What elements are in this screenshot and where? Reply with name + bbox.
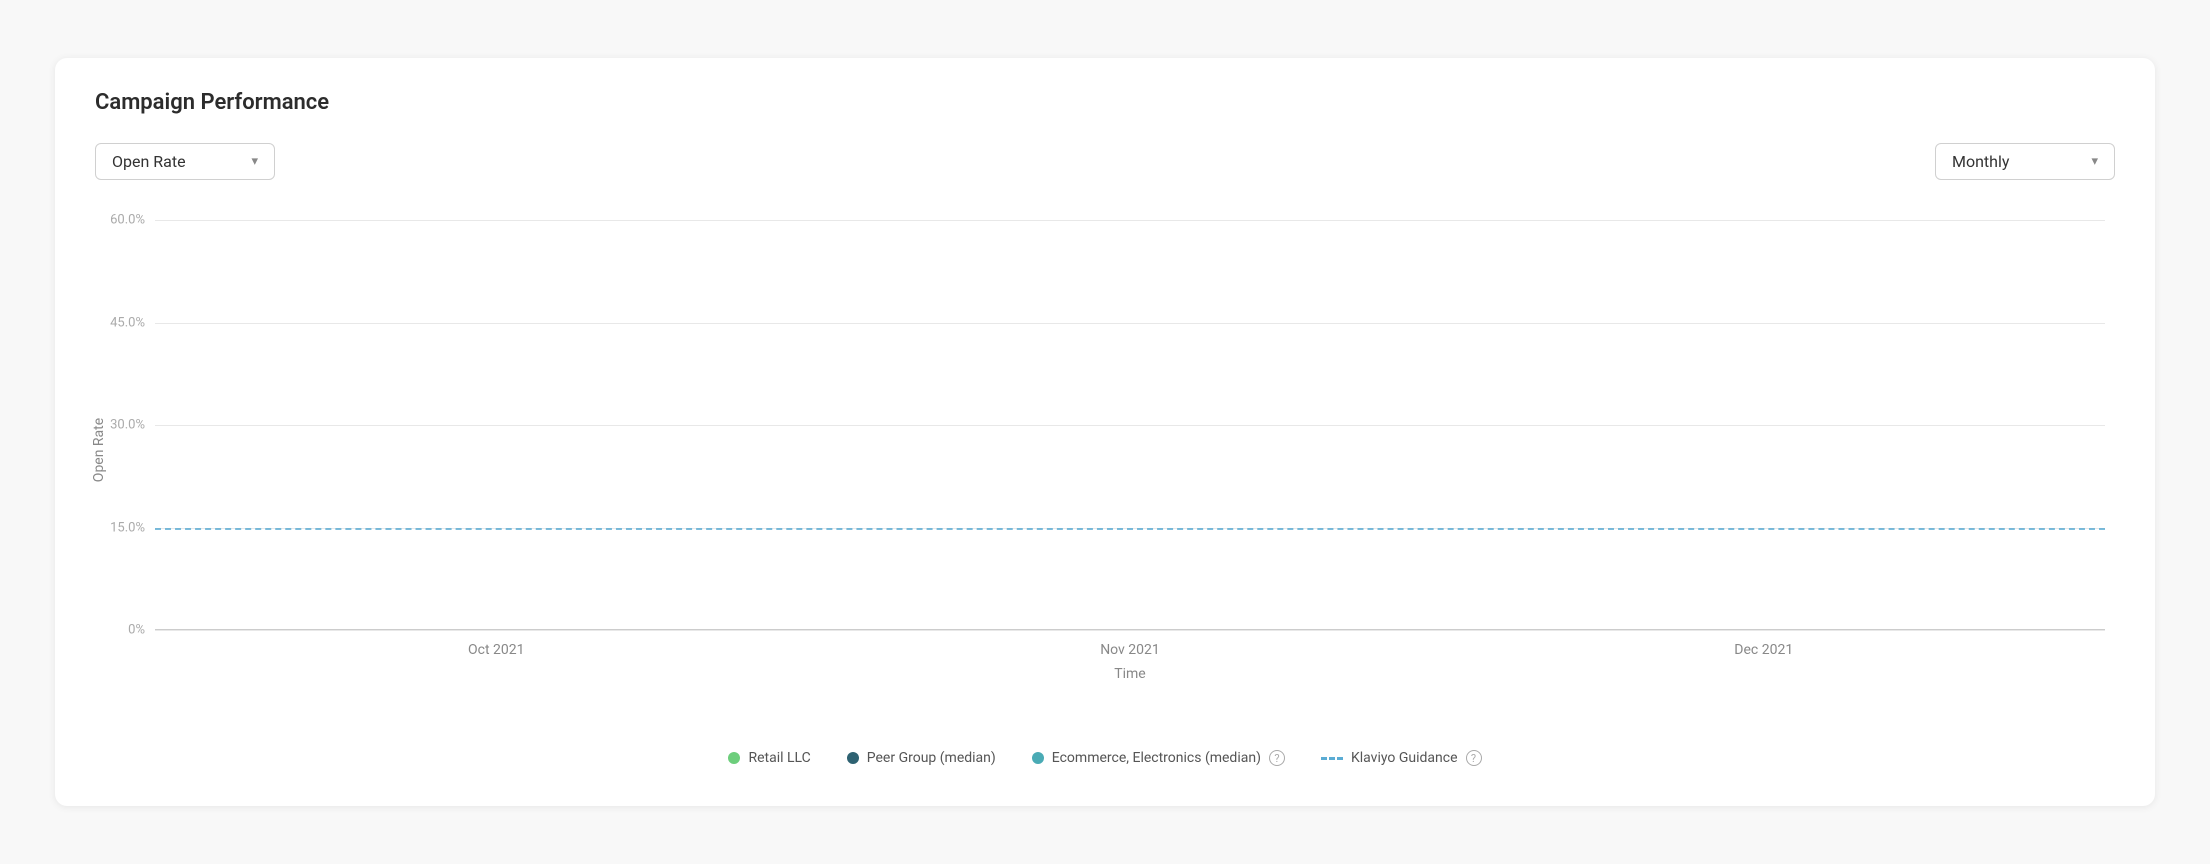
legend-peer: Peer Group (median) (847, 750, 996, 766)
y-tick-60: 60.0% (110, 213, 155, 228)
legend-klaviyo-label: Klaviyo Guidance (1351, 750, 1458, 766)
legend-ecom-label: Ecommerce, Electronics (median) (1052, 750, 1261, 766)
chart-area: Open Rate 60.0% 45.0% 30.0% 15.0% (95, 210, 2115, 690)
legend-ecom-dot (1032, 752, 1044, 764)
chart-controls: Open Rate ▾ Monthly ▾ (95, 143, 2115, 180)
period-dropdown[interactable]: Monthly ▾ (1935, 143, 2115, 180)
dec-x-label: Dec 2021 (1520, 642, 2008, 658)
grid-container: 60.0% 45.0% 30.0% 15.0% 0% (155, 220, 2105, 630)
page-title: Campaign Performance (95, 90, 2115, 115)
chart-legend: Retail LLC Peer Group (median) Ecommerce… (95, 750, 2115, 766)
grid-line-60 (155, 220, 2105, 221)
legend-klaviyo-question[interactable]: ? (1466, 750, 1482, 766)
grid-line-45 (155, 323, 2105, 324)
y-tick-15: 15.0% (110, 520, 155, 535)
chart-inner: 60.0% 45.0% 30.0% 15.0% 0% (155, 220, 2105, 630)
legend-klaviyo: Klaviyo Guidance ? (1321, 750, 1482, 766)
y-tick-45: 45.0% (110, 315, 155, 330)
legend-klaviyo-dashed (1321, 757, 1343, 760)
legend-retail-label: Retail LLC (748, 750, 810, 766)
nov-x-label: Nov 2021 (886, 642, 1374, 658)
legend-retail: Retail LLC (728, 750, 810, 766)
legend-ecom: Ecommerce, Electronics (median) ? (1032, 750, 1285, 766)
metric-dropdown[interactable]: Open Rate ▾ (95, 143, 275, 180)
y-axis-label: Open Rate (91, 418, 107, 482)
period-chevron-icon: ▾ (2091, 154, 2098, 169)
metric-dropdown-label: Open Rate (112, 152, 186, 171)
dashed-reference-line (155, 528, 2105, 530)
legend-retail-dot (728, 752, 740, 764)
y-tick-30: 30.0% (110, 418, 155, 433)
legend-peer-label: Peer Group (median) (867, 750, 996, 766)
grid-line-0 (155, 630, 2105, 631)
campaign-performance-card: Campaign Performance Open Rate ▾ Monthly… (55, 58, 2155, 806)
x-axis-title: Time (1114, 666, 1145, 682)
legend-peer-dot (847, 752, 859, 764)
legend-ecom-question[interactable]: ? (1269, 750, 1285, 766)
grid-line-30 (155, 425, 2105, 426)
y-tick-0: 0% (128, 623, 155, 638)
oct-x-label: Oct 2021 (253, 642, 741, 658)
period-dropdown-label: Monthly (1952, 152, 2009, 171)
metric-chevron-icon: ▾ (251, 154, 258, 169)
